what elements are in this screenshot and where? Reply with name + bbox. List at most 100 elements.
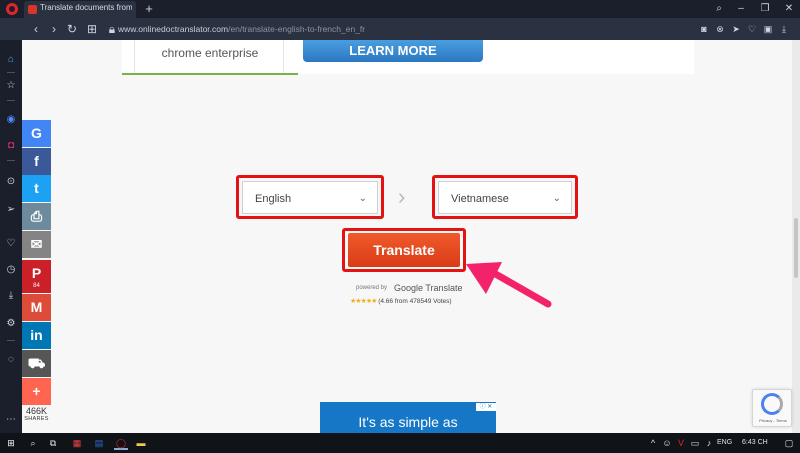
translate-button[interactable]: Translate [348, 233, 460, 267]
recaptcha-badge[interactable]: Privacy - Terms [752, 389, 792, 427]
word-icon[interactable]: ▤ [92, 436, 106, 450]
delivery-icon: ⛟ [27, 355, 46, 371]
forward-icon[interactable]: › [46, 21, 62, 37]
print-icon: ⎙ [30, 208, 43, 224]
windows-start-icon[interactable]: ⊞ [4, 436, 18, 450]
task-view-icon[interactable]: ⧉ [46, 436, 60, 450]
people-icon[interactable]: ☺ [660, 436, 674, 450]
close-window-button[interactable]: ✕ [776, 0, 800, 18]
ad-close-icon[interactable]: ⓘ ✕ [476, 403, 496, 411]
google-icon: G [31, 125, 42, 141]
windows-taskbar: ⊞ ⌕ ⧉ ▦ ▤ ◯ ▬ ^ ☺ V ▭ ♪ ENG 6:43 CH ▢ [0, 433, 800, 453]
download-icon[interactable]: ⤓ [3, 288, 19, 304]
twitter-icon: t [34, 180, 39, 196]
tab-bar: Translate documents from + ⌕ – ❐ ✕ [0, 0, 800, 18]
close-circle-icon[interactable]: ⊗ [713, 22, 727, 36]
chrome-enterprise-card[interactable]: chrome enterprise [134, 40, 284, 74]
app-icon[interactable]: ▦ [70, 436, 84, 450]
tab-favicon-icon [28, 5, 37, 14]
clock[interactable]: 6:43 CH [742, 436, 768, 450]
pinterest-count: 84 [33, 283, 40, 289]
input-language[interactable]: ENG [717, 436, 732, 450]
browser-tab[interactable]: Translate documents from [24, 1, 136, 18]
bottom-ad-banner[interactable]: It's as simple as [320, 402, 496, 433]
share-total-label: SHARES [24, 416, 49, 422]
restore-button[interactable]: ❐ [752, 0, 778, 18]
sidebar-divider [7, 72, 15, 73]
home-icon[interactable]: ⌂ [3, 52, 19, 68]
box-icon[interactable]: ▣ [761, 22, 775, 36]
target-language-value: Vietnamese [451, 193, 509, 205]
show-hidden-icons-icon[interactable]: ^ [646, 436, 660, 450]
url-field[interactable]: www.onlinedoctranslator.com/en/translate… [118, 22, 365, 36]
recaptcha-logo-icon [761, 393, 783, 415]
share-linkedin-button[interactable]: in [22, 322, 51, 349]
settings-icon[interactable]: ⚙ [3, 316, 19, 332]
share-more-button[interactable]: + [22, 378, 51, 405]
pointer-arrow-icon [466, 262, 552, 308]
share-google-button[interactable]: G [22, 120, 51, 147]
file-explorer-icon[interactable]: ▬ [134, 436, 148, 450]
sidebar-divider [7, 160, 15, 161]
pinterest-icon: P [31, 265, 42, 281]
heart-icon[interactable]: ♡ [745, 22, 759, 36]
rating-text: (4.66 from 478549 Votes) [378, 298, 452, 305]
share-email-button[interactable]: ✉ [22, 231, 51, 258]
history-icon[interactable]: ◷ [3, 262, 19, 278]
camera-icon[interactable]: ◙ [697, 22, 711, 36]
heart-icon[interactable]: ♡ [3, 236, 19, 252]
send-icon[interactable]: ➢ [3, 202, 19, 218]
sidebar-divider [7, 100, 15, 101]
chevron-right-icon: › [398, 184, 406, 209]
star-icon[interactable]: ☆ [3, 78, 19, 94]
more-icon[interactable]: ⋯ [3, 412, 19, 428]
share-pinterest-button[interactable]: P 84 [22, 260, 51, 293]
source-language-value: English [255, 193, 292, 205]
share-print-button[interactable]: ⎙ [22, 203, 51, 230]
network-icon[interactable]: ▭ [688, 436, 702, 450]
share-gmail-button[interactable]: M [22, 294, 51, 321]
share-total: 466K [25, 406, 48, 416]
download-icon[interactable]: ⤓ [777, 22, 791, 36]
lightbulb-icon[interactable]: ◌ [3, 352, 19, 368]
chrome-enterprise-text: chrome enterprise [161, 46, 259, 60]
scrollbar-thumb[interactable] [794, 218, 798, 278]
tab-title: Translate documents from [40, 3, 132, 12]
google-translate-label[interactable]: Google Translate [394, 283, 463, 293]
volume-icon[interactable]: ♪ [702, 436, 716, 450]
opera-sidebar: ⌂ ☆ ◉ ◘ ⊙ ➢ ♡ ◷ ⤓ ⚙ ◌ ⋯ [0, 40, 22, 433]
chevron-down-icon: ⌄ [358, 193, 367, 204]
recaptcha-terms[interactable]: Privacy - Terms [753, 418, 793, 423]
learn-more-button[interactable]: LEARN MORE [303, 40, 483, 62]
player-icon[interactable]: ⊙ [3, 174, 19, 190]
new-tab-button[interactable]: + [142, 0, 156, 18]
share-count: 466K SHARES [22, 406, 51, 422]
back-icon[interactable]: ‹ [28, 21, 44, 37]
instagram-icon[interactable]: ◘ [3, 138, 19, 154]
source-language-select[interactable]: English ⌄ [242, 181, 378, 214]
share-delivery-button[interactable]: ⛟ [22, 350, 51, 377]
reload-icon[interactable]: ↻ [64, 21, 80, 37]
powered-by-text: powered by [356, 285, 388, 291]
messenger-icon[interactable]: ◉ [3, 112, 19, 128]
notifications-icon[interactable]: ▢ [782, 436, 796, 450]
target-language-select[interactable]: Vietnamese ⌄ [438, 181, 572, 214]
share-facebook-button[interactable]: f [22, 148, 51, 175]
linkedin-icon: in [30, 327, 43, 343]
url-path: /en/translate-english-to-french_en_fr [228, 24, 366, 34]
vivaldi-tray-icon[interactable]: V [674, 436, 688, 450]
bottom-ad-text: It's as simple as [358, 414, 458, 430]
tabs-grid-icon[interactable]: ⊞ [84, 21, 100, 37]
minimize-button[interactable]: – [728, 0, 754, 18]
send-icon[interactable]: ➤ [729, 22, 743, 36]
ad-underline [122, 73, 298, 75]
address-bar: ‹ › ↻ ⊞ 🔒︎ www.onlinedoctranslator.com/e… [0, 18, 800, 40]
search-icon[interactable]: ⌕ [26, 436, 40, 450]
gmail-icon: M [30, 299, 43, 315]
share-twitter-button[interactable]: t [22, 175, 51, 202]
opera-logo-icon[interactable] [6, 3, 18, 15]
opera-taskbar-icon[interactable]: ◯ [114, 436, 128, 450]
chevron-down-icon: ⌄ [552, 193, 561, 204]
facebook-icon: f [34, 153, 39, 169]
sidebar-divider [7, 340, 15, 341]
